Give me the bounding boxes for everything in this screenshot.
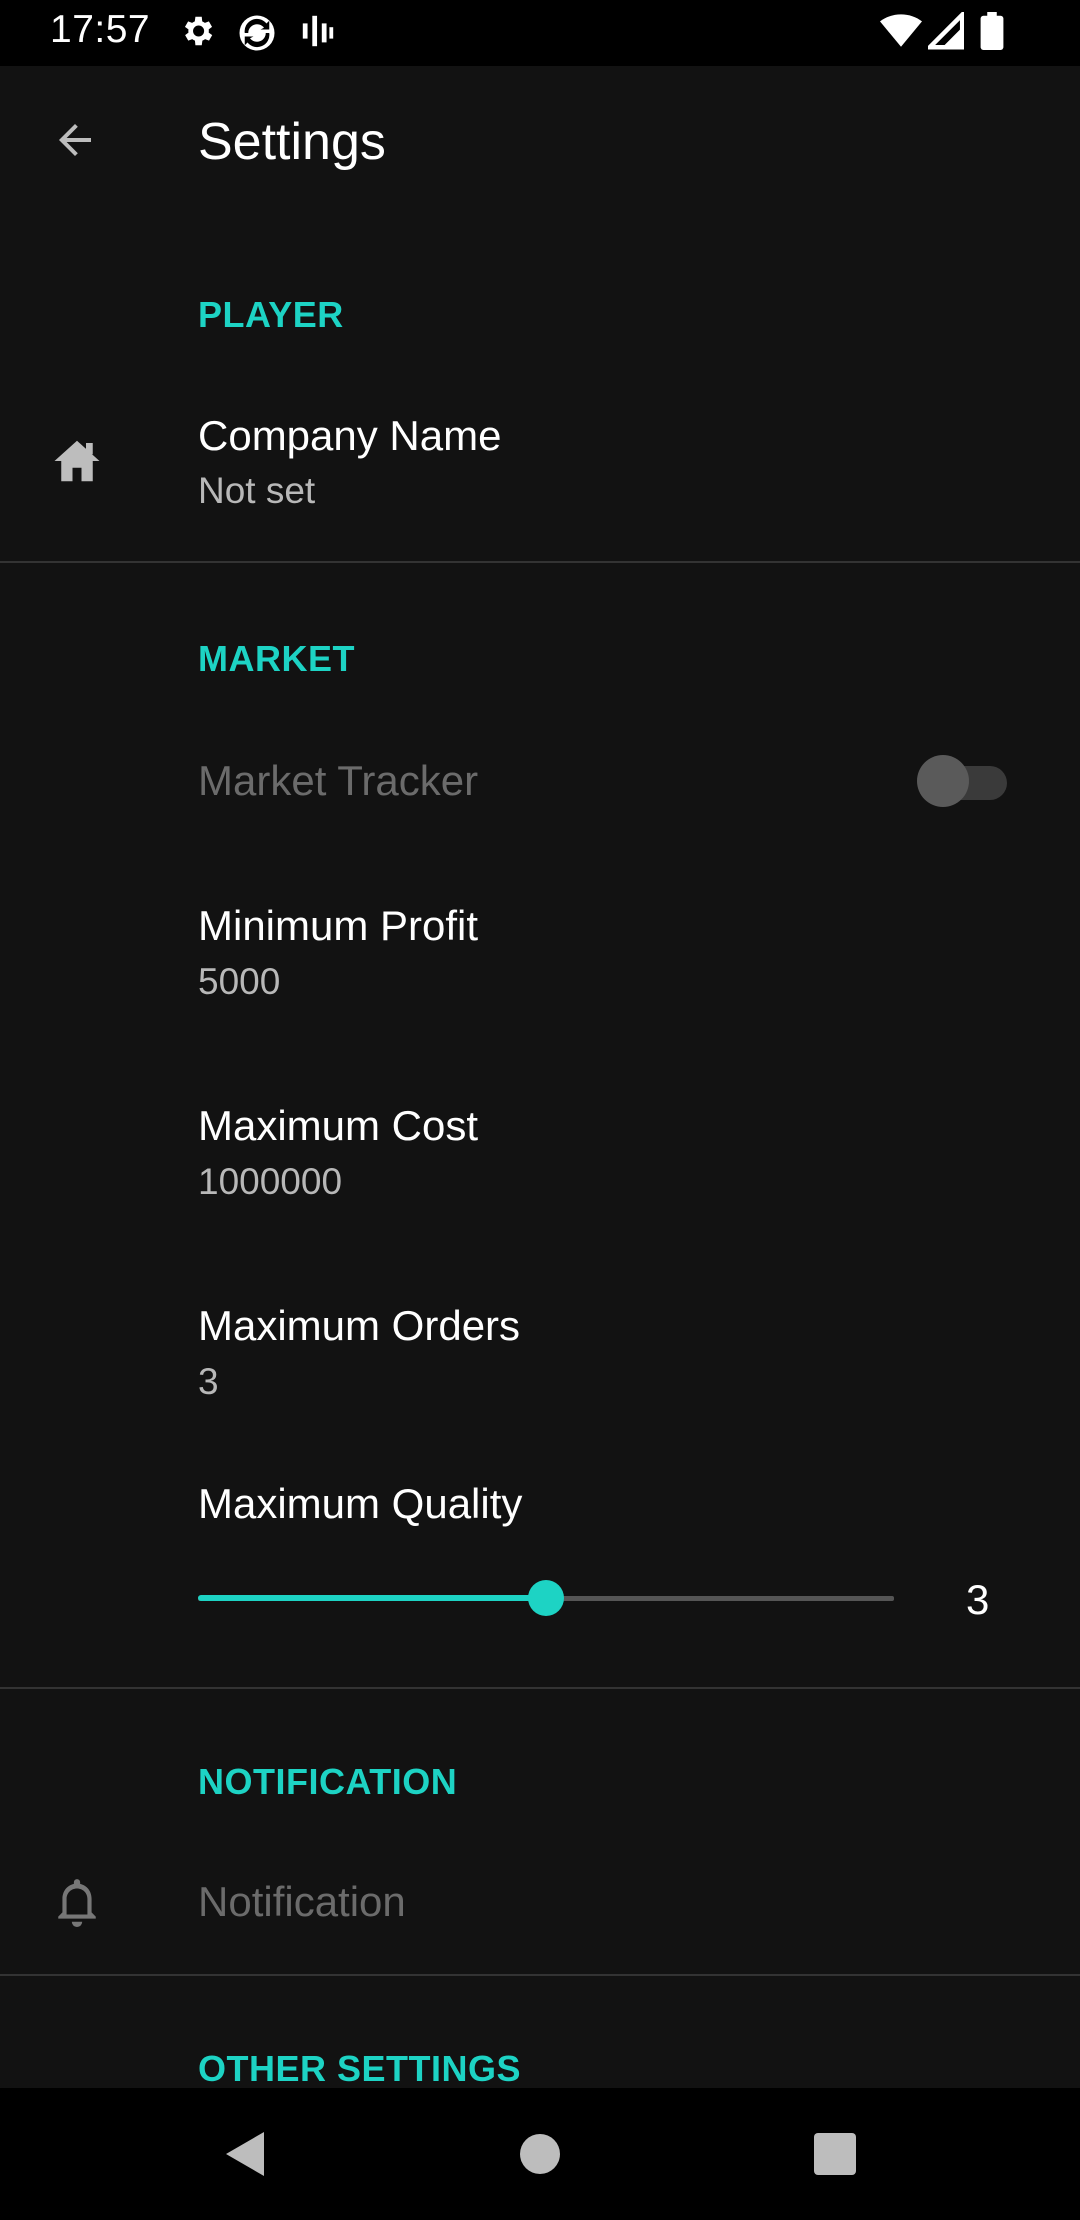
company-name-summary: Not set bbox=[198, 470, 316, 511]
company-name-title: Company Name bbox=[198, 412, 502, 459]
settings-gear-icon bbox=[178, 12, 216, 55]
battery-icon bbox=[980, 12, 1004, 55]
maximum-cost-title: Maximum Cost bbox=[198, 1102, 479, 1149]
divider bbox=[0, 561, 1080, 563]
pref-company-name[interactable] bbox=[0, 380, 1080, 560]
market-tracker-switch[interactable] bbox=[917, 755, 1007, 807]
switch-thumb bbox=[917, 755, 969, 807]
section-header-other-settings: OTHER SETTINGS bbox=[198, 2048, 522, 2089]
slider-thumb[interactable] bbox=[528, 1580, 564, 1616]
wifi-icon bbox=[880, 12, 922, 55]
sync-icon bbox=[236, 12, 278, 59]
maximum-orders-summary: 3 bbox=[198, 1361, 219, 1402]
nav-home-button[interactable] bbox=[518, 2132, 562, 2181]
pref-maximum-orders[interactable] bbox=[0, 1280, 1080, 1430]
square-recents-icon bbox=[814, 2133, 856, 2179]
notification-title: Notification bbox=[198, 1878, 406, 1925]
maximum-quality-value: 3 bbox=[966, 1576, 990, 1623]
divider bbox=[0, 1687, 1080, 1689]
pref-maximum-cost[interactable] bbox=[0, 1080, 1080, 1230]
maximum-orders-title: Maximum Orders bbox=[198, 1302, 521, 1349]
nav-back-button[interactable] bbox=[222, 2130, 266, 2183]
bell-icon bbox=[48, 1873, 106, 1931]
status-time: 17:57 bbox=[50, 8, 151, 51]
section-header-market: MARKET bbox=[198, 638, 355, 679]
section-header-notification: NOTIFICATION bbox=[198, 1761, 458, 1802]
home-icon bbox=[48, 432, 106, 490]
section-header-player: PLAYER bbox=[198, 294, 344, 335]
page-title: Settings bbox=[198, 113, 386, 171]
minimum-profit-summary: 5000 bbox=[198, 961, 281, 1002]
back-button[interactable] bbox=[38, 105, 112, 179]
maximum-quality-slider[interactable] bbox=[198, 1576, 894, 1620]
status-bar: 17:57 bbox=[0, 0, 1080, 66]
minimum-profit-title: Minimum Profit bbox=[198, 902, 479, 949]
slider-fill bbox=[198, 1595, 546, 1601]
navigation-bar bbox=[0, 2088, 1080, 2220]
nav-recents-button[interactable] bbox=[814, 2133, 856, 2180]
maximum-quality-title: Maximum Quality bbox=[198, 1480, 523, 1527]
divider bbox=[0, 1974, 1080, 1976]
circle-home-icon bbox=[518, 2134, 562, 2180]
market-tracker-title: Market Tracker bbox=[198, 757, 479, 804]
cell-signal-icon bbox=[924, 9, 965, 55]
signal-bars-icon bbox=[300, 12, 336, 55]
maximum-cost-summary: 1000000 bbox=[198, 1161, 343, 1202]
pref-minimum-profit[interactable] bbox=[0, 880, 1080, 1030]
triangle-back-icon bbox=[222, 2132, 266, 2182]
arrow-left-icon bbox=[51, 116, 99, 169]
